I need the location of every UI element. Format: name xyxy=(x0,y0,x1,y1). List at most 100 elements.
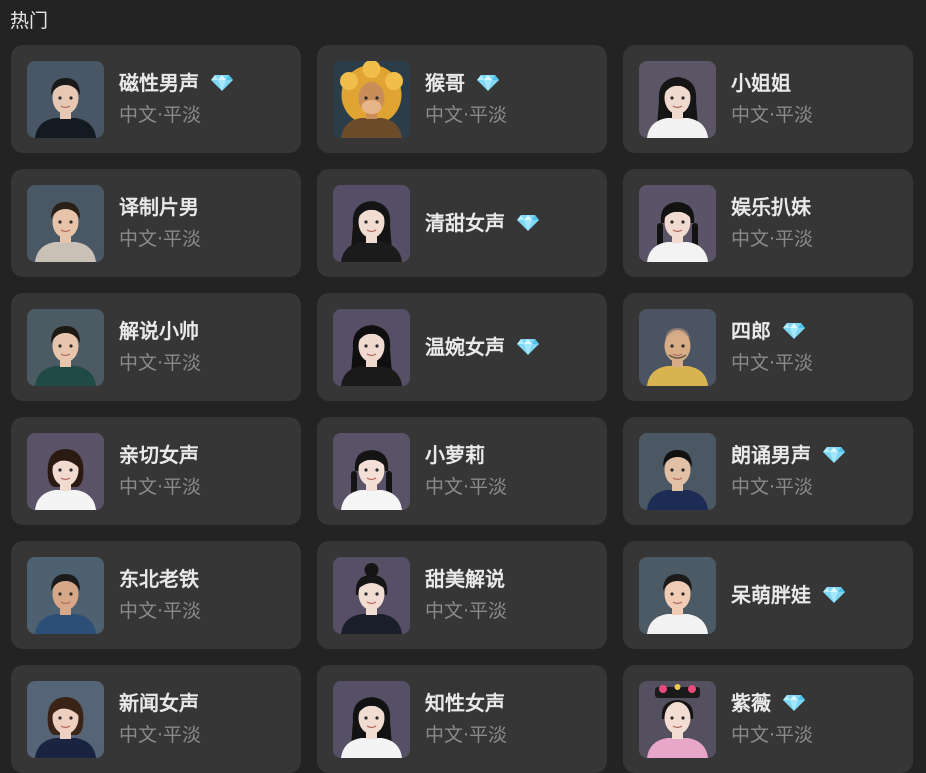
voice-card[interactable]: 温婉女声 xyxy=(317,293,607,401)
voice-avatar xyxy=(27,557,104,634)
voice-name: 解说小帅 xyxy=(119,319,199,343)
voice-avatar xyxy=(333,433,410,510)
voice-avatar xyxy=(27,681,104,758)
voice-name: 紫薇 xyxy=(731,691,771,715)
voice-avatar xyxy=(27,185,104,262)
voice-name: 四郎 xyxy=(731,319,771,343)
diamond-icon xyxy=(783,322,805,340)
voice-info: 译制片男中文·平淡 xyxy=(119,169,201,277)
voice-tag: 中文·平淡 xyxy=(731,476,814,498)
voice-card[interactable]: 朗诵男声 中文·平淡 xyxy=(623,417,913,525)
voice-avatar xyxy=(27,61,104,138)
voice-name: 译制片男 xyxy=(119,195,199,219)
voice-info: 温婉女声 xyxy=(425,293,539,401)
voice-card[interactable]: 甜美解说中文·平淡 xyxy=(317,541,607,649)
voice-card[interactable]: 呆萌胖娃 xyxy=(623,541,913,649)
voice-info: 甜美解说中文·平淡 xyxy=(425,541,507,649)
voice-avatar xyxy=(333,309,410,386)
voice-card[interactable]: 译制片男中文·平淡 xyxy=(11,169,301,277)
voice-name: 娱乐扒妹 xyxy=(731,195,811,219)
voice-name: 磁性男声 xyxy=(119,71,199,95)
voice-name-row: 温婉女声 xyxy=(425,333,539,361)
voice-card[interactable]: 娱乐扒妹中文·平淡 xyxy=(623,169,913,277)
voice-name-row: 新闻女声 xyxy=(119,689,201,717)
voice-name-row: 小萝莉 xyxy=(425,441,507,469)
voice-name: 小姐姐 xyxy=(731,71,791,95)
diamond-icon xyxy=(783,694,805,712)
voice-avatar xyxy=(639,309,716,386)
voice-card[interactable]: 解说小帅中文·平淡 xyxy=(11,293,301,401)
voice-name-row: 四郎 xyxy=(731,317,813,345)
voice-name: 小萝莉 xyxy=(425,443,485,467)
voice-card[interactable]: 小姐姐中文·平淡 xyxy=(623,45,913,153)
voice-info: 紫薇 中文·平淡 xyxy=(731,665,813,773)
voice-tag: 中文·平淡 xyxy=(731,104,814,126)
voice-card[interactable]: 四郎 中文·平淡 xyxy=(623,293,913,401)
voice-avatar xyxy=(333,681,410,758)
voice-name-row: 解说小帅 xyxy=(119,317,201,345)
voice-tag: 中文·平淡 xyxy=(731,352,814,374)
voice-card[interactable]: 亲切女声中文·平淡 xyxy=(11,417,301,525)
voice-info: 亲切女声中文·平淡 xyxy=(119,417,201,525)
voice-name: 新闻女声 xyxy=(119,691,199,715)
diamond-icon xyxy=(823,446,845,464)
voice-info: 猴哥 中文·平淡 xyxy=(425,45,507,153)
voice-name-row: 娱乐扒妹 xyxy=(731,193,813,221)
voice-avatar xyxy=(333,557,410,634)
voice-name: 亲切女声 xyxy=(119,443,199,467)
voice-card[interactable]: 知性女声中文·平淡 xyxy=(317,665,607,773)
voice-name-row: 呆萌胖娃 xyxy=(731,581,845,609)
voice-info: 朗诵男声 中文·平淡 xyxy=(731,417,845,525)
voice-info: 四郎 中文·平淡 xyxy=(731,293,813,401)
voice-card[interactable]: 清甜女声 xyxy=(317,169,607,277)
voice-avatar xyxy=(333,185,410,262)
voice-info: 解说小帅中文·平淡 xyxy=(119,293,201,401)
voice-name: 温婉女声 xyxy=(425,335,505,359)
voice-name-row: 磁性男声 xyxy=(119,69,233,97)
voice-avatar xyxy=(639,557,716,634)
voice-name-row: 亲切女声 xyxy=(119,441,201,469)
voice-name: 甜美解说 xyxy=(425,567,505,591)
voice-tag: 中文·平淡 xyxy=(119,724,202,746)
voice-info: 小萝莉中文·平淡 xyxy=(425,417,507,525)
voice-name-row: 译制片男 xyxy=(119,193,201,221)
voice-card[interactable]: 小萝莉中文·平淡 xyxy=(317,417,607,525)
voice-card[interactable]: 新闻女声中文·平淡 xyxy=(11,665,301,773)
voice-grid: 磁性男声 中文·平淡 猴哥 中文·平淡 小姐姐 中文·平淡 译制片男 中文·平淡… xyxy=(11,45,913,773)
voice-tag: 中文·平淡 xyxy=(119,352,202,374)
voice-name-row: 东北老铁 xyxy=(119,565,201,593)
diamond-icon xyxy=(823,586,845,604)
section-title-hot: 热门 xyxy=(10,10,49,32)
voice-avatar xyxy=(27,433,104,510)
voice-info: 娱乐扒妹中文·平淡 xyxy=(731,169,813,277)
voice-card[interactable]: 紫薇 中文·平淡 xyxy=(623,665,913,773)
voice-tag: 中文·平淡 xyxy=(425,600,508,622)
voice-name: 知性女声 xyxy=(425,691,505,715)
voice-avatar xyxy=(27,309,104,386)
voice-name: 清甜女声 xyxy=(425,211,505,235)
voice-avatar xyxy=(333,61,410,138)
voice-tag: 中文·平淡 xyxy=(425,724,508,746)
diamond-icon xyxy=(517,214,539,232)
voice-tag: 中文·平淡 xyxy=(731,724,814,746)
voice-tag: 中文·平淡 xyxy=(119,104,202,126)
voice-tag: 中文·平淡 xyxy=(731,228,814,250)
voice-name: 朗诵男声 xyxy=(731,443,811,467)
voice-tag: 中文·平淡 xyxy=(119,476,202,498)
voice-avatar xyxy=(639,433,716,510)
diamond-icon xyxy=(517,338,539,356)
voice-card[interactable]: 东北老铁 中文·平淡 xyxy=(11,541,301,649)
voice-info: 呆萌胖娃 xyxy=(731,541,845,649)
voice-name-row: 知性女声 xyxy=(425,689,507,717)
voice-info: 东北老铁 中文·平淡 xyxy=(119,541,201,649)
voice-tag: 中文·平淡 xyxy=(119,228,202,250)
diamond-icon xyxy=(477,74,499,92)
voice-card[interactable]: 磁性男声 中文·平淡 xyxy=(11,45,301,153)
voice-info: 磁性男声 中文·平淡 xyxy=(119,45,233,153)
voice-name-row: 紫薇 xyxy=(731,689,813,717)
voice-name-row: 朗诵男声 xyxy=(731,441,845,469)
voice-name-row: 猴哥 xyxy=(425,69,507,97)
diamond-icon xyxy=(211,74,233,92)
voice-tag: 中文·平淡 xyxy=(425,476,508,498)
voice-card[interactable]: 猴哥 中文·平淡 xyxy=(317,45,607,153)
